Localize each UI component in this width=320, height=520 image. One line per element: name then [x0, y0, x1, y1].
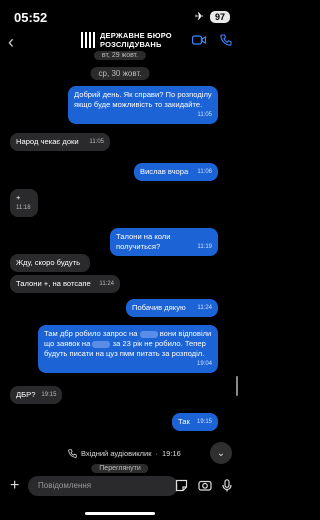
- chevron-down-icon: ⌄: [216, 447, 226, 459]
- call-separator: ·: [155, 449, 159, 458]
- message-time: 11:05: [89, 139, 104, 145]
- redacted-block: [92, 340, 111, 348]
- home-indicator[interactable]: [85, 512, 155, 515]
- composer-bar: + Повідомлення: [0, 476, 240, 498]
- status-bar: 05:52 ✈ 97: [0, 0, 240, 28]
- sticker-icon[interactable]: [175, 479, 188, 492]
- battery-icon: 97: [209, 10, 230, 23]
- message-text: ДБР?: [16, 390, 36, 399]
- message-text: +: [16, 193, 21, 202]
- microphone-icon[interactable]: [222, 479, 232, 492]
- message-time: 11:05: [197, 112, 212, 118]
- message-bubble[interactable]: Добрий день. Як справи? По розподілу якщ…: [68, 86, 218, 124]
- message-text: Жду, скоро будуть: [16, 258, 81, 267]
- message-time: 11:24: [99, 281, 114, 287]
- video-call-icon[interactable]: [192, 34, 206, 46]
- message-time: 19:04: [196, 361, 212, 367]
- message-text: Побачив дякую: [132, 303, 186, 312]
- plus-icon[interactable]: +: [10, 477, 19, 495]
- message-text: Добрий день. Як справи? По розподілу якщ…: [74, 90, 212, 109]
- airplane-icon: ✈: [194, 11, 204, 23]
- message-time: 11:18: [16, 205, 31, 211]
- message-bubble[interactable]: Народ чекає доки 11:05: [10, 133, 110, 151]
- redacted-block: [139, 330, 158, 338]
- phone-icon[interactable]: [220, 34, 232, 46]
- message-time: 11:06: [197, 169, 212, 175]
- logo-icon: [81, 32, 95, 48]
- call-label: Вхідний аудіовиклик: [81, 449, 152, 458]
- call-time: 19:16: [162, 449, 181, 458]
- date-separator: Переглянути: [91, 464, 149, 473]
- message-bubble[interactable]: Так 19:15: [172, 413, 218, 431]
- date-separator: ср, 30 жовт.: [90, 67, 150, 80]
- message-bubble[interactable]: Жду, скоро будуть: [10, 254, 90, 272]
- message-time: 19:15: [196, 419, 212, 425]
- message-bubble[interactable]: Талони +, на вотсапе 11:24: [10, 275, 120, 293]
- message-bubble[interactable]: ДБР? 19:15: [10, 386, 62, 404]
- call-log[interactable]: Вхідний аудіовиклик · 19:16: [68, 449, 181, 458]
- message-text: Талони +, на вотсапе: [16, 279, 91, 288]
- composer-actions: [175, 479, 232, 492]
- contact-title[interactable]: ДЕРЖАВНЕ БЮРО РОЗСЛІДУВАНЬ: [80, 30, 180, 50]
- camera-icon[interactable]: [198, 479, 212, 491]
- message-bubble[interactable]: Талони на коли получиться? 11:19: [110, 228, 218, 256]
- message-time: 11:24: [197, 305, 212, 311]
- incoming-call-icon: [68, 449, 77, 458]
- message-text: Так: [178, 417, 190, 426]
- scroll-down-button[interactable]: ⌄: [210, 442, 232, 464]
- status-time: 05:52: [14, 10, 48, 25]
- message-bubble[interactable]: + 11:18: [10, 189, 38, 217]
- date-separator: вт, 29 жовт.: [93, 51, 147, 60]
- message-text: Талони на коли получиться?: [116, 232, 171, 251]
- message-time: 19:15: [41, 392, 57, 398]
- status-icons: ✈ 97: [195, 10, 230, 23]
- message-bubble[interactable]: Там дбр робило запрос на вони відповіли …: [38, 325, 218, 373]
- message-text: Народ чекає доки: [16, 137, 79, 146]
- header-actions: [192, 34, 232, 46]
- back-icon[interactable]: ‹: [8, 32, 14, 53]
- message-text: Вислав вчора: [140, 167, 189, 176]
- contact-name-line1: ДЕРЖАВНЕ БЮРО: [100, 31, 172, 40]
- message-text: Там дбр робило запрос на: [44, 329, 138, 338]
- scrollbar[interactable]: [236, 376, 238, 396]
- message-input[interactable]: Повідомлення: [28, 476, 178, 496]
- message-time: 11:19: [197, 244, 212, 250]
- message-bubble[interactable]: Вислав вчора 11:06: [134, 163, 218, 181]
- message-bubble[interactable]: Побачив дякую 11:24: [126, 299, 218, 317]
- contact-name-line2: РОЗСЛІДУВАНЬ: [100, 40, 162, 49]
